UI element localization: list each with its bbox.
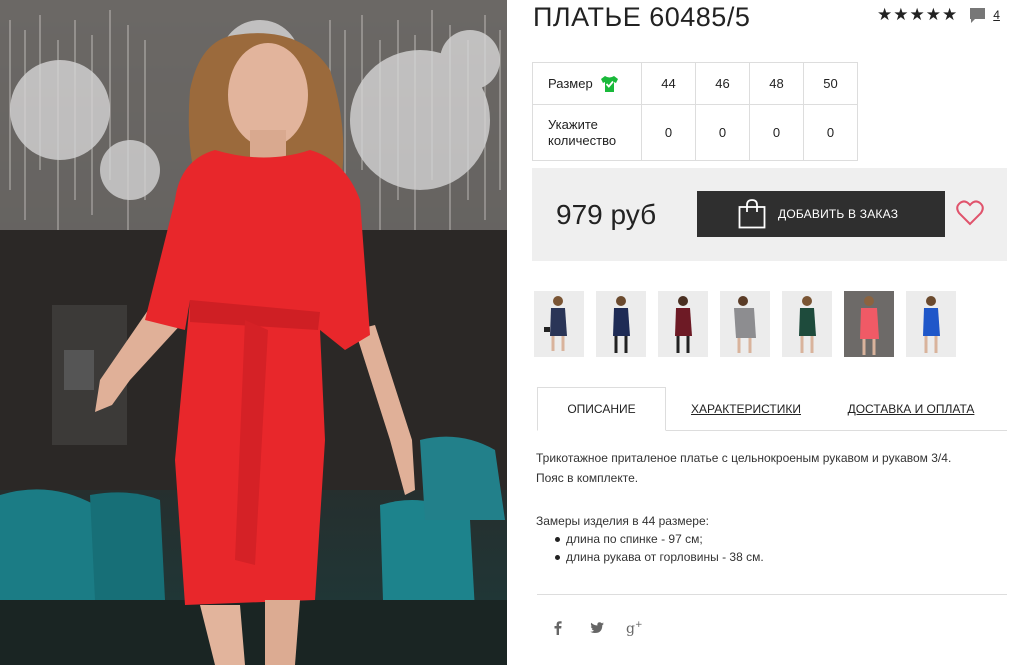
- model-in-red-dress-image: [0, 0, 507, 665]
- tab-description[interactable]: ОПИСАНИЕ: [537, 387, 666, 431]
- quantity-label-line2: количество: [548, 132, 617, 148]
- social-divider: [537, 594, 1007, 595]
- thumbnail-dark-blue-dress[interactable]: [596, 291, 646, 357]
- product-title: ПЛАТЬЕ 60485/5: [533, 2, 751, 32]
- quantity-input[interactable]: 0: [695, 104, 750, 161]
- quantity-input[interactable]: 0: [641, 104, 696, 161]
- quantity-header-cell: Укажите количество: [532, 104, 642, 161]
- size-label: Размер: [548, 75, 593, 91]
- star-icon: ★: [877, 5, 893, 24]
- star-icon: ★: [909, 5, 925, 24]
- star-icon: ★: [942, 5, 958, 24]
- tab-characteristics[interactable]: ХАРАКТЕРИСТИКИ: [686, 387, 806, 431]
- thumbnail-green-dress[interactable]: [782, 291, 832, 357]
- tab-delivery-payment-label: ДОСТАВКА И ОПЛАТА: [847, 402, 975, 416]
- tshirt-icon[interactable]: [600, 75, 619, 93]
- product-description: Трикотажное приталеное платье с цельнокр…: [536, 448, 1006, 488]
- rating-block: ★ ★ ★ ★ ★ 4: [877, 5, 1000, 25]
- size-header-cell: Размер: [532, 62, 642, 105]
- measurements-list: длина по спинке - 97 см; длина рукава от…: [554, 530, 764, 566]
- measurements-title: Замеры изделия в 44 размере:: [536, 514, 709, 528]
- size-quantity-table: Размер 44 46 48 50 Укажите количество 0 …: [532, 62, 858, 161]
- comment-icon[interactable]: [969, 7, 986, 24]
- comment-count-link[interactable]: 4: [993, 8, 1000, 22]
- measurements-block: Замеры изделия в 44 размере: длина по сп…: [536, 512, 764, 566]
- thumbnail-blue-dress[interactable]: [906, 291, 956, 357]
- description-line: Пояс в комплекте.: [536, 471, 639, 485]
- star-icon: ★: [893, 5, 909, 24]
- price-bar: 979 руб ДОБАВИТЬ В ЗАКАЗ: [532, 168, 1007, 261]
- svg-text:+: +: [635, 620, 643, 630]
- rating-stars: ★ ★ ★ ★ ★: [877, 5, 957, 25]
- size-value[interactable]: 50: [803, 62, 858, 105]
- thumbnail-navy-dress[interactable]: [534, 291, 584, 357]
- facebook-icon[interactable]: [548, 618, 568, 638]
- heart-icon[interactable]: [956, 200, 984, 226]
- add-to-order-button[interactable]: ДОБАВИТЬ В ЗАКАЗ: [697, 191, 945, 237]
- quantity-label-line1: Укажите: [548, 116, 598, 132]
- measurement-item: длина рукава от горловины - 38 см.: [554, 548, 764, 566]
- star-icon: ★: [925, 5, 941, 24]
- measurement-item: длина по спинке - 97 см;: [554, 530, 764, 548]
- quantity-input[interactable]: 0: [749, 104, 804, 161]
- shopping-bag-icon: [738, 199, 766, 229]
- thumbnail-burgundy-dress[interactable]: [658, 291, 708, 357]
- size-value[interactable]: 48: [749, 62, 804, 105]
- quantity-input[interactable]: 0: [803, 104, 858, 161]
- product-main-photo: [0, 0, 507, 665]
- size-row: Размер 44 46 48 50: [532, 62, 858, 105]
- size-value[interactable]: 44: [641, 62, 696, 105]
- description-line: Трикотажное приталеное платье с цельнокр…: [536, 451, 952, 465]
- thumbnail-grey-dress[interactable]: [720, 291, 770, 357]
- tab-description-label: ОПИСАНИЕ: [567, 402, 636, 416]
- product-price: 979 руб: [556, 199, 657, 230]
- twitter-icon[interactable]: [587, 618, 607, 638]
- thumbnail-coral-dress[interactable]: [844, 291, 894, 357]
- tab-delivery-payment[interactable]: ДОСТАВКА И ОПЛАТА: [845, 387, 977, 431]
- tab-characteristics-label: ХАРАКТЕРИСТИКИ: [690, 402, 801, 416]
- size-value[interactable]: 46: [695, 62, 750, 105]
- social-share-bar: g +: [548, 618, 646, 638]
- color-thumbnails: [534, 291, 956, 357]
- add-to-order-label: ДОБАВИТЬ В ЗАКАЗ: [778, 207, 899, 221]
- google-plus-icon[interactable]: g +: [626, 618, 646, 638]
- quantity-row: Укажите количество 0 0 0 0: [532, 104, 858, 161]
- svg-text:g: g: [626, 621, 635, 637]
